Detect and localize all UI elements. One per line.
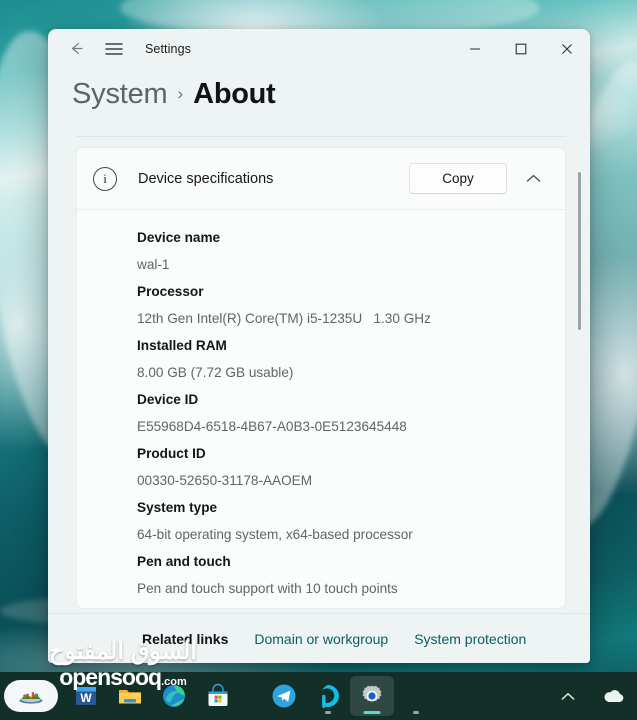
active-indicator <box>363 711 381 714</box>
related-links-title: Related links <box>142 630 229 647</box>
chevron-up-icon[interactable] <box>517 163 549 195</box>
spec-value: wal-1 <box>137 257 170 272</box>
spec-item-device-name: Device name wal-1 <box>77 224 565 278</box>
microsoft-store-icon[interactable] <box>196 676 240 716</box>
spec-value: 8.00 GB (7.72 GB usable) <box>137 365 294 380</box>
spec-value: Pen and touch support with 10 touch poin… <box>137 581 398 596</box>
maximize-button[interactable] <box>498 29 544 68</box>
taskbar-app-list: W <box>0 676 438 716</box>
spec-value: 12th Gen Intel(R) Core(TM) i5-1235U 1.30… <box>137 311 431 326</box>
copy-button[interactable]: Copy <box>409 163 507 194</box>
hamburger-menu-icon[interactable] <box>97 34 131 64</box>
onedrive-cloud-icon[interactable] <box>599 676 627 716</box>
window-controls <box>452 29 590 68</box>
spec-label: Pen and touch <box>137 554 231 569</box>
spec-value: 00330-52650-31178-AAOEM <box>137 473 313 488</box>
device-specifications-card: i Device specifications Copy Device name… <box>76 147 566 609</box>
running-indicator <box>413 711 419 714</box>
scrollbar-thumb[interactable] <box>578 172 581 330</box>
page-title: About <box>193 78 276 110</box>
close-button[interactable] <box>544 29 590 68</box>
minimize-button[interactable] <box>452 29 498 68</box>
breadcrumb-parent[interactable]: System <box>72 78 168 111</box>
spec-label: Device name <box>137 230 221 245</box>
spec-item-system-type: System type 64-bit operating system, x64… <box>77 494 565 548</box>
spec-value: 64-bit operating system, x64-based proce… <box>137 527 413 542</box>
edge-icon[interactable] <box>152 676 196 716</box>
taskbar: W <box>0 672 637 720</box>
device-specifications-list: Device name wal-1 Processor 12th Gen Int… <box>77 210 565 602</box>
window-titlebar: Settings <box>48 29 590 68</box>
settings-window: Settings System › About i Device specifi… <box>48 29 590 663</box>
related-link-system-protection[interactable]: System protection <box>414 631 526 647</box>
info-glyph: i <box>103 170 107 186</box>
alexa-icon[interactable] <box>306 676 350 716</box>
info-circle-icon: i <box>93 166 117 191</box>
header-divider <box>76 136 566 137</box>
telegram-icon[interactable] <box>262 676 306 716</box>
back-arrow-icon[interactable] <box>59 34 93 64</box>
spec-label: System type <box>137 500 218 515</box>
device-specifications-title: Device specifications <box>138 170 274 187</box>
taskbar-extra-slot[interactable] <box>394 676 438 716</box>
spec-value: E55968D4-6518-4B67-A0B3-0E5123645448 <box>137 419 407 434</box>
related-link-domain-or-workgroup[interactable]: Domain or workgroup <box>254 631 388 647</box>
running-indicator <box>325 711 331 714</box>
spec-label: Installed RAM <box>137 338 227 353</box>
svg-text:W: W <box>80 691 92 705</box>
spec-item-pen-and-touch: Pen and touch Pen and touch support with… <box>77 548 565 602</box>
device-specifications-header[interactable]: i Device specifications Copy <box>77 148 565 210</box>
settings-icon[interactable] <box>350 676 394 716</box>
related-links-bar: Related links Domain or workgroup System… <box>48 613 590 663</box>
desktop-thumbnail[interactable] <box>4 680 58 712</box>
spec-label: Device ID <box>137 392 199 407</box>
file-explorer-icon[interactable] <box>108 676 152 716</box>
spec-item-processor: Processor 12th Gen Intel(R) Core(TM) i5-… <box>77 278 565 332</box>
breadcrumb: System › About <box>48 68 590 130</box>
breadcrumb-separator-icon: › <box>177 84 184 103</box>
spec-item-product-id: Product ID 00330-52650-31178-AAOEM <box>77 440 565 494</box>
spec-label: Product ID <box>137 446 206 461</box>
spec-item-installed-ram: Installed RAM 8.00 GB (7.72 GB usable) <box>77 332 565 386</box>
system-tray <box>555 676 627 716</box>
content-scroll-area: i Device specifications Copy Device name… <box>48 130 590 613</box>
spec-label: Processor <box>137 284 204 299</box>
spec-item-device-id: Device ID E55968D4-6518-4B67-A0B3-0E5123… <box>77 386 565 440</box>
show-hidden-icons-chevron-icon[interactable] <box>555 676 581 716</box>
app-title: Settings <box>145 41 191 56</box>
word-icon[interactable]: W <box>64 676 108 716</box>
content-scrollbar[interactable] <box>575 140 585 607</box>
